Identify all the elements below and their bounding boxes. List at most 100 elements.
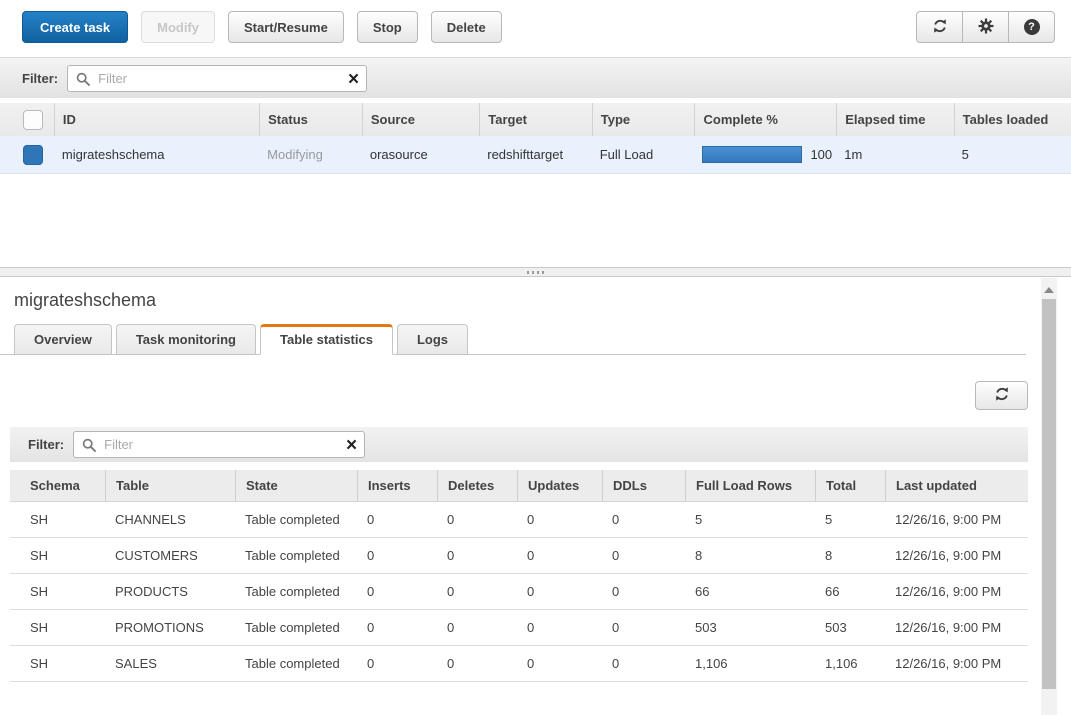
column-header-full-load-rows[interactable]: Full Load Rows <box>685 470 815 501</box>
refresh-button[interactable] <box>916 11 963 43</box>
table-row[interactable]: SH CHANNELS Table completed 0 0 0 0 5 5 … <box>10 502 1028 538</box>
splitter-grip-icon <box>527 271 529 274</box>
table-cell: SALES <box>105 646 235 681</box>
column-header-id[interactable]: ID <box>54 103 259 136</box>
table-row[interactable]: SH SALES Table completed 0 0 0 0 1,106 1… <box>10 646 1028 682</box>
full-load-rows-cell: 503 <box>685 610 815 645</box>
ddls-cell: 0 <box>602 538 685 573</box>
table-cell: CHANNELS <box>105 502 235 537</box>
create-task-button[interactable]: Create task <box>22 11 128 43</box>
search-icon <box>76 72 91 90</box>
deletes-cell: 0 <box>437 646 517 681</box>
progress-bar <box>702 146 802 163</box>
last-updated-cell: 12/26/16, 9:00 PM <box>885 574 1028 609</box>
column-header-state[interactable]: State <box>235 470 357 501</box>
state-cell: Table completed <box>235 610 357 645</box>
updates-cell: 0 <box>517 610 602 645</box>
column-header-ddls[interactable]: DDLs <box>602 470 685 501</box>
column-header-updates[interactable]: Updates <box>517 470 602 501</box>
table-cell: PRODUCTS <box>105 574 235 609</box>
updates-cell: 0 <box>517 646 602 681</box>
settings-button[interactable] <box>962 11 1009 43</box>
schema-cell: SH <box>10 574 105 609</box>
column-header-schema[interactable]: Schema <box>10 470 105 501</box>
column-header-total[interactable]: Total <box>815 470 885 501</box>
total-cell: 66 <box>815 574 885 609</box>
tasks-table-header: ID Status Source Target Type Complete % … <box>0 103 1071 136</box>
ddls-cell: 0 <box>602 610 685 645</box>
start-resume-button[interactable]: Start/Resume <box>228 11 344 43</box>
ddls-cell: 0 <box>602 646 685 681</box>
updates-cell: 0 <box>517 574 602 609</box>
tasks-filter-input[interactable] <box>98 66 340 91</box>
inserts-cell: 0 <box>357 502 437 537</box>
state-cell: Table completed <box>235 646 357 681</box>
select-all-checkbox[interactable] <box>23 110 43 130</box>
schema-cell: SH <box>10 538 105 573</box>
full-load-rows-cell: 8 <box>685 538 815 573</box>
tasks-filter-bar: Filter: × <box>0 57 1071 98</box>
task-id-cell: migrateshschema <box>54 136 259 173</box>
tab-task-monitoring[interactable]: Task monitoring <box>116 324 256 355</box>
ddls-cell: 0 <box>602 502 685 537</box>
table-row[interactable]: SH PRODUCTS Table completed 0 0 0 0 66 6… <box>10 574 1028 610</box>
task-tables-loaded-cell: 5 <box>954 136 1071 173</box>
inserts-cell: 0 <box>357 610 437 645</box>
schema-cell: SH <box>10 646 105 681</box>
last-updated-cell: 12/26/16, 9:00 PM <box>885 502 1028 537</box>
column-header-type[interactable]: Type <box>592 103 695 136</box>
refresh-statistics-button[interactable] <box>975 381 1028 410</box>
tab-logs[interactable]: Logs <box>397 324 468 355</box>
column-header-inserts[interactable]: Inserts <box>357 470 437 501</box>
last-updated-cell: 12/26/16, 9:00 PM <box>885 646 1028 681</box>
deletes-cell: 0 <box>437 610 517 645</box>
detail-tabs: Overview Task monitoring Table statistic… <box>0 324 1026 355</box>
table-cell: CUSTOMERS <box>105 538 235 573</box>
column-header-deletes[interactable]: Deletes <box>437 470 517 501</box>
column-header-target[interactable]: Target <box>479 103 592 136</box>
page-title: migrateshschema <box>14 290 1071 311</box>
pane-splitter[interactable] <box>0 267 1071 277</box>
column-header-elapsed[interactable]: Elapsed time <box>836 103 953 136</box>
table-cell: PROMOTIONS <box>105 610 235 645</box>
table-statistics-table: Schema Table State Inserts Deletes Updat… <box>10 470 1028 682</box>
stats-filter-input[interactable] <box>104 432 338 457</box>
help-button[interactable]: ? <box>1008 11 1055 43</box>
updates-cell: 0 <box>517 502 602 537</box>
delete-button[interactable]: Delete <box>431 11 502 43</box>
tab-table-statistics[interactable]: Table statistics <box>260 324 393 355</box>
scrollbar-thumb[interactable] <box>1042 299 1056 689</box>
task-detail-pane: migrateshschema Overview Task monitoring… <box>0 290 1071 715</box>
column-header-tables-loaded[interactable]: Tables loaded <box>954 103 1071 136</box>
last-updated-cell: 12/26/16, 9:00 PM <box>885 610 1028 645</box>
row-checkbox[interactable] <box>23 145 43 165</box>
column-header-source[interactable]: Source <box>362 103 479 136</box>
modify-button: Modify <box>141 11 215 43</box>
task-elapsed-cell: 1m <box>836 136 953 173</box>
clear-filter-icon[interactable]: × <box>348 67 359 92</box>
full-load-rows-cell: 5 <box>685 502 815 537</box>
scroll-up-icon[interactable] <box>1044 287 1054 293</box>
updates-cell: 0 <box>517 538 602 573</box>
column-header-table[interactable]: Table <box>105 470 235 501</box>
deletes-cell: 0 <box>437 538 517 573</box>
vertical-scrollbar[interactable] <box>1041 278 1057 715</box>
inserts-cell: 0 <box>357 646 437 681</box>
dms-tasks-screen: Create task Modify Start/Resume Stop Del… <box>0 11 1071 715</box>
column-header-complete[interactable]: Complete % <box>694 103 836 136</box>
tab-overview[interactable]: Overview <box>14 324 112 355</box>
total-cell: 5 <box>815 502 885 537</box>
clear-filter-icon[interactable]: × <box>346 433 357 458</box>
table-row[interactable]: SH CUSTOMERS Table completed 0 0 0 0 8 8… <box>10 538 1028 574</box>
column-header-last-updated[interactable]: Last updated <box>885 470 1028 501</box>
total-cell: 1,106 <box>815 646 885 681</box>
deletes-cell: 0 <box>437 502 517 537</box>
table-row[interactable]: SH PROMOTIONS Table completed 0 0 0 0 50… <box>10 610 1028 646</box>
search-icon <box>82 438 97 456</box>
table-row[interactable]: migrateshschema Modifying orasource reds… <box>0 136 1071 174</box>
full-load-rows-cell: 66 <box>685 574 815 609</box>
gear-icon <box>978 18 994 37</box>
toolbar-icon-group: ? <box>916 11 1055 43</box>
column-header-status[interactable]: Status <box>259 103 362 136</box>
stop-button[interactable]: Stop <box>357 11 418 43</box>
